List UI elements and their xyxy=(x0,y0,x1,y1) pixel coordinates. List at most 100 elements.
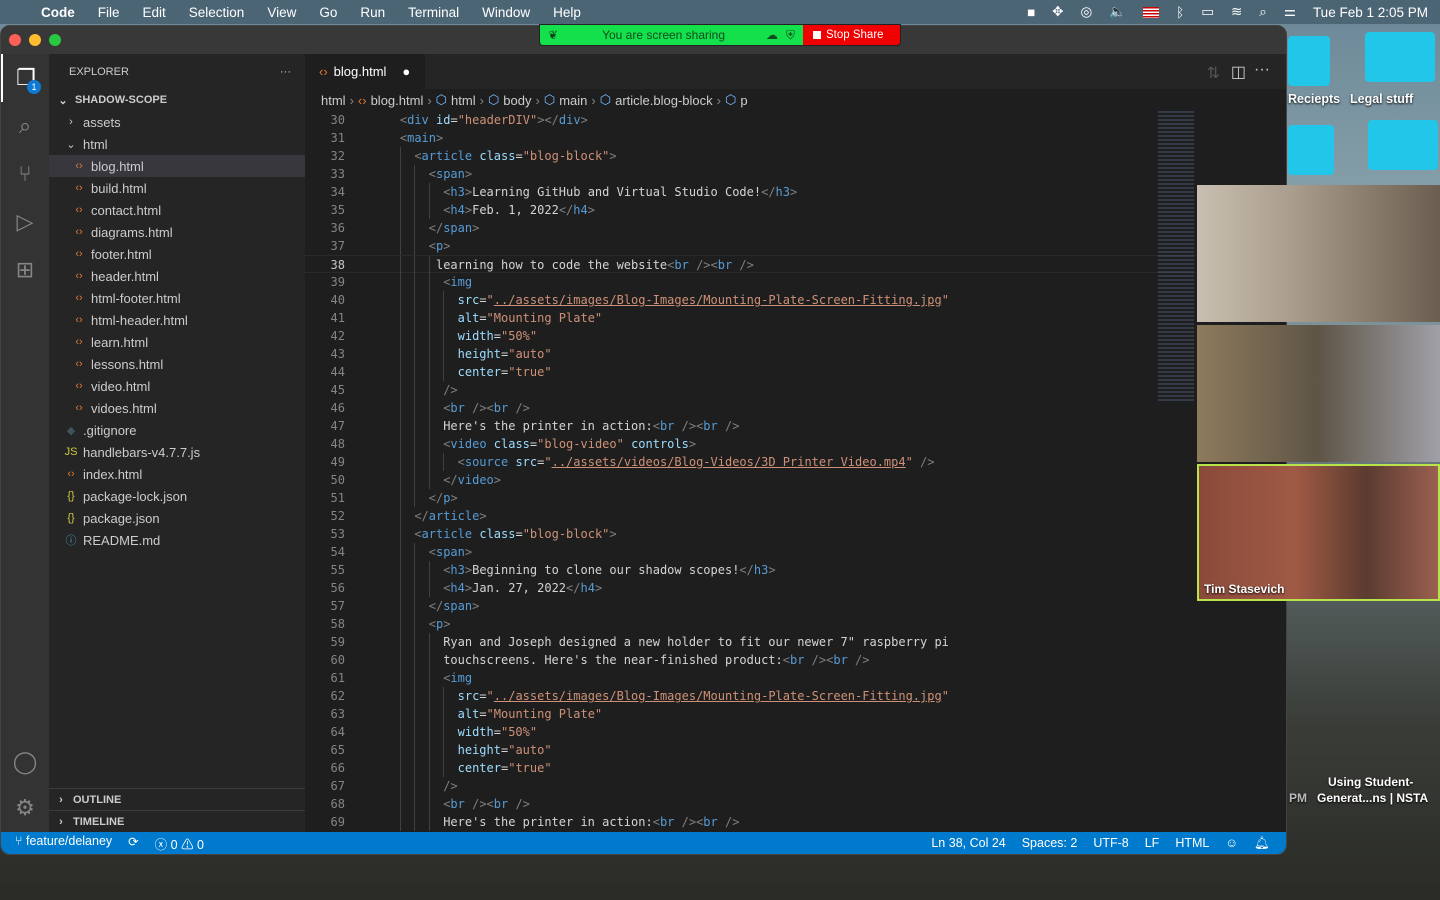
control-center-icon[interactable]: ⚌ xyxy=(1284,4,1296,20)
desktop-folder[interactable] xyxy=(1368,120,1438,170)
code-line[interactable]: 45 /> xyxy=(305,381,1286,399)
wifi-icon[interactable]: ≋ xyxy=(1231,4,1242,20)
code-line[interactable]: 62 src="../assets/images/Blog-Images/Moun… xyxy=(305,687,1286,705)
workspace-root[interactable]: ⌄ SHADOW-SCOPE xyxy=(49,89,305,111)
code-line[interactable]: 65 height="auto" xyxy=(305,741,1286,759)
code-line[interactable]: 69 Here's the printer in action:<br /><br… xyxy=(305,813,1286,831)
code-line[interactable]: 43 height="auto" xyxy=(305,345,1286,363)
tab-blog-html[interactable]: ‹› blog.html ● xyxy=(305,54,425,89)
file-tree-item[interactable]: {} package-lock.json xyxy=(49,485,305,507)
bell-icon[interactable]: 🔔︎ xyxy=(1254,836,1270,851)
breadcrumb-item[interactable]: html xyxy=(451,93,476,108)
minimize-button[interactable] xyxy=(29,34,41,46)
code-line[interactable]: 67 /> xyxy=(305,777,1286,795)
file-tree-item[interactable]: ⌄ html xyxy=(49,133,305,155)
folder-label[interactable]: Reciepts xyxy=(1288,92,1340,106)
code-line[interactable]: 46 <br /><br /> xyxy=(305,399,1286,417)
file-tree-item[interactable]: ‹› vidoes.html xyxy=(49,397,305,419)
feedback-icon[interactable]: ☺ xyxy=(1225,836,1238,851)
file-tree-item[interactable]: › assets xyxy=(49,111,305,133)
code-line[interactable]: 51 </p> xyxy=(305,489,1286,507)
menu-run[interactable]: Run xyxy=(360,5,385,20)
code-line[interactable]: 34 <h3>Learning GitHub and Virtual Studio… xyxy=(305,183,1286,201)
menu-app[interactable]: Code xyxy=(41,5,75,20)
language-mode[interactable]: HTML xyxy=(1175,836,1209,851)
file-tree-item[interactable]: ‹› blog.html xyxy=(49,155,305,177)
problems-item[interactable]: ⓧ 0 ⚠ 0 xyxy=(155,834,204,853)
file-tree-item[interactable]: ‹› index.html xyxy=(49,463,305,485)
breadcrumb-item[interactable]: blog.html xyxy=(371,93,424,108)
search-icon[interactable]: ⌕ xyxy=(1259,4,1267,20)
code-line[interactable]: 61 <img xyxy=(305,669,1286,687)
code-line[interactable]: 36 </span> xyxy=(305,219,1286,237)
code-line[interactable]: 47 Here's the printer in action:<br /><br… xyxy=(305,417,1286,435)
file-tree-item[interactable]: ‹› contact.html xyxy=(49,199,305,221)
file-tree-item[interactable]: {} package.json xyxy=(49,507,305,529)
gear-icon[interactable]: ⚙ xyxy=(1,784,49,832)
breadcrumb-item[interactable]: html xyxy=(321,93,346,108)
code-line[interactable]: 57 </span> xyxy=(305,597,1286,615)
search-icon[interactable]: ⌕ xyxy=(1,102,49,150)
code-line[interactable]: 63 alt="Mounting Plate" xyxy=(305,705,1286,723)
menu-edit[interactable]: Edit xyxy=(143,5,166,20)
menu-terminal[interactable]: Terminal xyxy=(408,5,459,20)
battery-icon[interactable]: ▭ xyxy=(1201,4,1214,20)
code-line[interactable]: 38 learning how to code the website<br />… xyxy=(305,255,1286,274)
flag-icon[interactable] xyxy=(1143,6,1160,18)
file-tree-item[interactable]: ‹› html-header.html xyxy=(49,309,305,331)
code-line[interactable]: 39 <img xyxy=(305,273,1286,291)
file-tree-item[interactable]: JS handlebars-v4.7.7.js xyxy=(49,441,305,463)
file-tree-item[interactable]: ‹› html-footer.html xyxy=(49,287,305,309)
split-editor-icon[interactable]: ◫ xyxy=(1231,62,1246,82)
menu-selection[interactable]: Selection xyxy=(189,5,245,20)
code-line[interactable]: 40 src="../assets/images/Blog-Images/Moun… xyxy=(305,291,1286,309)
more-actions-button[interactable]: ··· xyxy=(280,66,291,78)
menu-help[interactable]: Help xyxy=(553,5,581,20)
menu-file[interactable]: File xyxy=(98,5,120,20)
menu-go[interactable]: Go xyxy=(319,5,337,20)
code-line[interactable]: 68 <br /><br /> xyxy=(305,795,1286,813)
code-line[interactable]: 42 width="50%" xyxy=(305,327,1286,345)
line-ending[interactable]: LF xyxy=(1145,836,1160,851)
breadcrumb-item[interactable]: main xyxy=(559,93,587,108)
extensions-icon[interactable]: ⊞ xyxy=(1,246,49,294)
sync-icon[interactable]: ⟳ xyxy=(128,834,138,853)
file-tree-item[interactable]: ⓘ README.md xyxy=(49,529,305,551)
close-button[interactable] xyxy=(9,34,21,46)
cloud-icon[interactable]: ☁ xyxy=(766,28,778,42)
code-line[interactable]: 49 <source src="../assets/videos/Blog-Vid… xyxy=(305,453,1286,471)
indentation[interactable]: Spaces: 2 xyxy=(1022,836,1078,851)
code-line[interactable]: 41 alt="Mounting Plate" xyxy=(305,309,1286,327)
account-icon[interactable]: ◯ xyxy=(1,738,49,786)
desktop-folder[interactable] xyxy=(1288,125,1334,175)
file-tree-item[interactable]: ‹› lessons.html xyxy=(49,353,305,375)
explorer-icon[interactable]: ❐ 1 xyxy=(1,54,49,102)
maximize-button[interactable] xyxy=(49,34,61,46)
video-tile-2[interactable] xyxy=(1197,325,1440,462)
code-line[interactable]: 31 <main> xyxy=(305,129,1286,147)
file-tree-item[interactable]: ◆ .gitignore xyxy=(49,419,305,441)
breadcrumb-item[interactable]: article.blog-block xyxy=(615,93,713,108)
code-line[interactable]: 37 <p> xyxy=(305,237,1286,255)
stop-share-button[interactable]: Stop Share xyxy=(803,25,900,45)
code-line[interactable]: 33 <span> xyxy=(305,165,1286,183)
code-line[interactable]: 53 <article class="blog-block"> xyxy=(305,525,1286,543)
code-editor[interactable]: 30 <div id="headerDIV"></div> 31 <main> 32 <a… xyxy=(305,111,1286,832)
volume-icon[interactable]: 🔈 xyxy=(1109,4,1126,20)
more-actions-icon[interactable]: ··· xyxy=(1254,61,1270,79)
code-line[interactable]: 48 <video class="blog-video" controls> xyxy=(305,435,1286,453)
compare-changes-icon[interactable]: ⇅ xyxy=(1207,63,1220,83)
file-tree-item[interactable]: ‹› footer.html xyxy=(49,243,305,265)
desktop-file-label[interactable]: Generat...ns | NSTA xyxy=(1317,791,1428,805)
cursor-position[interactable]: Ln 38, Col 24 xyxy=(931,836,1005,851)
menu-view[interactable]: View xyxy=(267,5,296,20)
code-line[interactable]: 54 <span> xyxy=(305,543,1286,561)
run-debug-icon[interactable]: ▷ xyxy=(1,198,49,246)
video-tile-active-speaker[interactable]: Tim Stasevich xyxy=(1197,464,1440,601)
breadcrumb-item[interactable]: p xyxy=(740,93,747,108)
code-line[interactable]: 44 center="true" xyxy=(305,363,1286,381)
code-line[interactable]: 35 <h4>Feb. 1, 2022</h4> xyxy=(305,201,1286,219)
shield-icon[interactable]: ⛨ xyxy=(786,28,795,43)
code-line[interactable]: 30 <div id="headerDIV"></div> xyxy=(305,111,1286,129)
code-line[interactable]: 60 touchscreens. Here's the near-finished… xyxy=(305,651,1286,669)
